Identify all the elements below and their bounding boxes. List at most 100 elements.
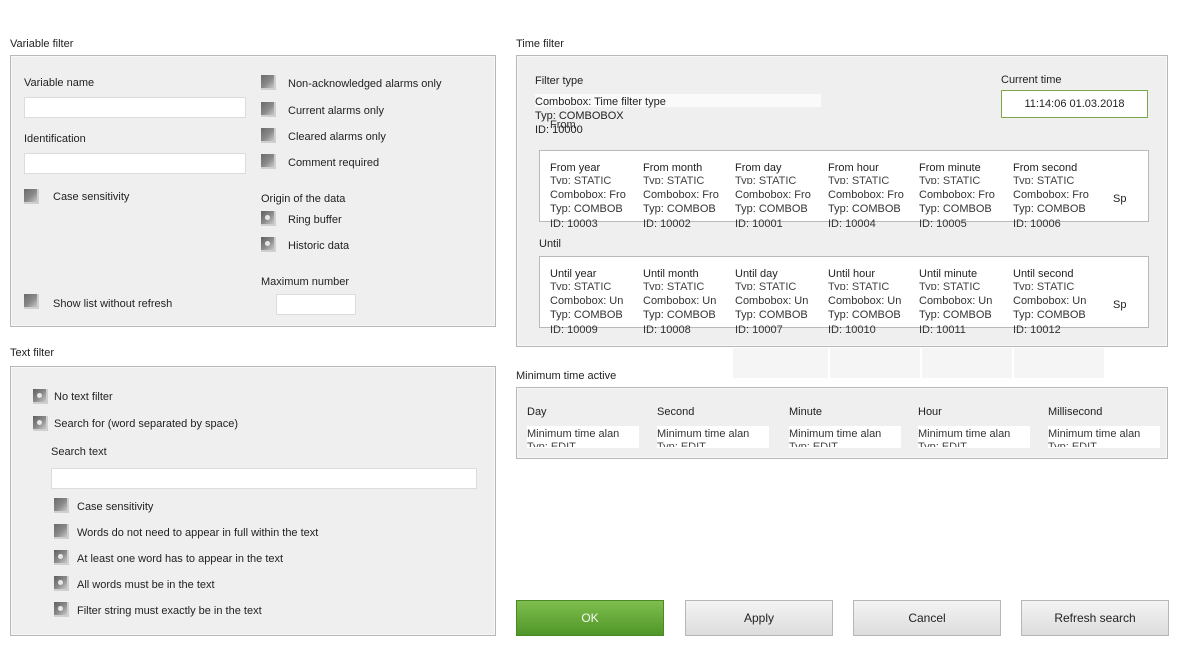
min-time-col-head: Hour [918, 406, 942, 418]
cancel-button[interactable]: Cancel [853, 600, 1001, 636]
search-for-radio[interactable] [33, 416, 48, 431]
from-col-combobox[interactable]: Combobox: Fro [919, 189, 1005, 201]
exact-string-radio[interactable] [54, 602, 69, 617]
all-words-label: All words must be in the text [77, 579, 215, 591]
ok-button[interactable]: OK [516, 600, 664, 636]
min-time-edit-text: Minimum time alan [789, 428, 882, 440]
variable-filter-title: Variable filter [10, 38, 74, 50]
from-overflow-label: Sp [1113, 193, 1127, 205]
overflow-ghost-2 [830, 348, 920, 378]
from-col-head: From day [735, 162, 782, 174]
overflow-ghost-1 [733, 348, 828, 378]
until-col-combobox[interactable]: Combobox: Un [643, 295, 729, 307]
from-col-static: Typ: STATIC [643, 175, 705, 184]
until-col-typ: Typ: COMBOB [735, 309, 808, 321]
cleared-alarms-label: Cleared alarms only [288, 131, 386, 143]
until-col-combobox[interactable]: Combobox: Un [735, 295, 821, 307]
filter-type-combo-typ: Typ: COMBOBOX [535, 110, 624, 122]
until-col-static: Typ: STATIC [1013, 281, 1075, 290]
from-col-typ: Typ: COMBOB [735, 203, 808, 215]
variable-name-label: Variable name [24, 77, 95, 89]
exact-string-label: Filter string must exactly be in the tex… [77, 605, 262, 617]
until-col-head: Until month [643, 268, 699, 280]
from-col-combobox[interactable]: Combobox: Fro [1013, 189, 1099, 201]
until-col-head: Until day [735, 268, 778, 280]
current-alarms-checkbox[interactable] [261, 102, 276, 117]
from-col-typ: Typ: COMBOB [828, 203, 901, 215]
comment-required-checkbox[interactable] [261, 154, 276, 169]
until-col-id: ID: 10012 [1013, 324, 1061, 336]
show-list-checkbox[interactable] [24, 294, 39, 309]
from-col-typ: Typ: COMBOB [1013, 203, 1086, 215]
from-col-static: Typ: STATIC [1013, 175, 1075, 184]
apply-button[interactable]: Apply [685, 600, 833, 636]
min-time-edit-typ: Typ: EDIT [527, 441, 576, 447]
from-col-id: ID: 10005 [919, 218, 967, 230]
from-col-head: From second [1013, 162, 1078, 174]
overflow-ghost-4 [1014, 348, 1104, 378]
non-ack-checkbox[interactable] [261, 75, 276, 90]
cleared-alarms-checkbox[interactable] [261, 128, 276, 143]
from-col-head: From hour [828, 162, 879, 174]
from-col-combobox[interactable]: Combobox: Fro [643, 189, 729, 201]
until-col-static: Typ: STATIC [735, 281, 797, 290]
from-col-combobox[interactable]: Combobox: Fro [828, 189, 914, 201]
from-col-id: ID: 10003 [550, 218, 598, 230]
refresh-search-button[interactable]: Refresh search [1021, 600, 1169, 636]
until-col-combobox[interactable]: Combobox: Un [1013, 295, 1099, 307]
time-filter-title: Time filter [516, 38, 564, 50]
maximum-number-input[interactable] [276, 294, 356, 315]
variable-name-input[interactable] [24, 97, 246, 118]
min-time-col-head: Day [527, 406, 547, 418]
until-col-head: Until second [1013, 268, 1074, 280]
origin-label: Origin of the data [261, 193, 346, 205]
case-sensitivity-checkbox[interactable] [24, 189, 39, 204]
at-least-one-label: At least one word has to appear in the t… [77, 553, 284, 565]
from-col-combobox[interactable]: Combobox: Fro [735, 189, 821, 201]
identification-input[interactable] [24, 153, 246, 174]
until-col-static: Typ: STATIC [643, 281, 705, 290]
until-col-typ: Typ: COMBOB [1013, 309, 1086, 321]
from-col-combobox[interactable]: Combobox: Fro [550, 189, 636, 201]
until-col-id: ID: 10007 [735, 324, 783, 336]
until-col-head: Until hour [828, 268, 876, 280]
min-time-edit-text: Minimum time alan [918, 428, 1011, 440]
tf-case-sensitivity-checkbox[interactable] [54, 498, 69, 513]
at-least-one-radio[interactable] [54, 550, 69, 565]
until-col-combobox[interactable]: Combobox: Un [550, 295, 636, 307]
historic-data-label: Historic data [288, 240, 350, 252]
from-col-static: Typ: STATIC [828, 175, 890, 184]
words-not-full-checkbox[interactable] [54, 524, 69, 539]
from-col-id: ID: 10002 [643, 218, 691, 230]
from-col-static: Typ: STATIC [919, 175, 981, 184]
current-time-label: Current time [1001, 74, 1062, 86]
current-alarms-label: Current alarms only [288, 105, 384, 117]
show-list-label: Show list without refresh [53, 298, 173, 310]
ring-buffer-label: Ring buffer [288, 214, 342, 226]
from-col-static: Typ: STATIC [550, 175, 612, 184]
min-time-edit-typ: Typ: EDIT [1048, 441, 1097, 447]
historic-data-radio[interactable] [261, 237, 276, 252]
until-col-combobox[interactable]: Combobox: Un [828, 295, 914, 307]
search-text-label: Search text [51, 446, 107, 458]
case-sensitivity-label: Case sensitivity [53, 191, 130, 203]
min-time-edit-typ: Typ: EDIT [918, 441, 967, 447]
all-words-radio[interactable] [54, 576, 69, 591]
search-text-input[interactable] [51, 468, 477, 489]
min-time-edit-text: Minimum time alan [657, 428, 750, 440]
from-col-id: ID: 10004 [828, 218, 876, 230]
from-col-head: From month [643, 162, 703, 174]
until-col-typ: Typ: COMBOB [643, 309, 716, 321]
until-col-combobox[interactable]: Combobox: Un [919, 295, 1005, 307]
comment-required-label: Comment required [288, 157, 380, 169]
min-time-edit-typ: Typ: EDIT [789, 441, 838, 447]
no-text-filter-radio[interactable] [33, 389, 48, 404]
min-time-col-head: Minute [789, 406, 823, 418]
min-time-edit-text: Minimum time alan [1048, 428, 1141, 440]
from-col-id: ID: 10006 [1013, 218, 1061, 230]
ring-buffer-radio[interactable] [261, 211, 276, 226]
until-col-id: ID: 10011 [919, 324, 966, 336]
non-ack-label: Non-acknowledged alarms only [288, 78, 442, 90]
min-time-panel: Day Minimum time alan Typ: EDIT Second Minim… [516, 387, 1168, 459]
until-col-typ: Typ: COMBOB [828, 309, 901, 321]
